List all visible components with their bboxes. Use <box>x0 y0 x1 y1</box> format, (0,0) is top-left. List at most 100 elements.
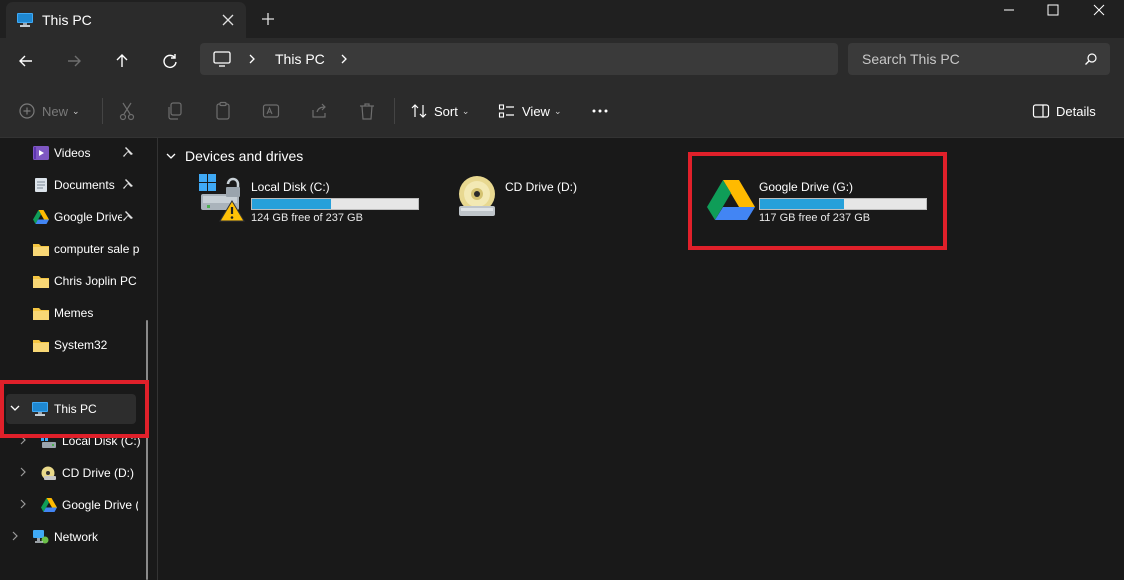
tab-title: This PC <box>42 12 92 28</box>
sort-label: Sort <box>434 103 458 119</box>
sidebar-item-cd-drive[interactable]: CD Drive (D:) <box>0 458 148 488</box>
address-bar[interactable]: This PC <box>200 43 838 75</box>
drive-usage-bar <box>251 198 419 210</box>
sidebar-item-memes[interactable]: Memes <box>0 298 148 328</box>
chevron-down-icon: ⌄ <box>461 105 470 116</box>
minimize-icon[interactable] <box>986 0 1032 22</box>
chevron-right-icon[interactable] <box>18 467 28 477</box>
drive-usage-fill <box>252 199 332 209</box>
back-arrow-icon[interactable] <box>12 47 40 75</box>
delete-icon[interactable] <box>358 100 376 122</box>
documents-folder-icon <box>35 178 47 192</box>
tab-this-pc[interactable]: This PC <box>6 2 246 38</box>
sidebar-scrollbar[interactable] <box>146 320 148 580</box>
cd-drive-icon <box>459 176 495 216</box>
navigation-pane: Videos Documents Google Drive computer s <box>0 138 158 580</box>
sidebar-item-label: Google Drive <box>54 210 122 224</box>
sidebar-item-label: Documents <box>54 178 115 192</box>
sidebar-item-label: Google Drive ( <box>62 498 138 512</box>
drive-name: Local Disk (C:) <box>251 180 330 194</box>
videos-folder-icon <box>33 146 49 160</box>
more-options-icon[interactable] <box>590 100 610 122</box>
folder-icon <box>33 244 49 256</box>
navigation-bar: This PC Search This PC <box>0 38 1124 84</box>
sidebar-item-computer-sale[interactable]: computer sale p <box>0 234 148 264</box>
forward-arrow-icon[interactable] <box>60 47 88 75</box>
pin-icon <box>123 179 133 189</box>
share-icon[interactable] <box>310 100 328 122</box>
local-disk-warning-icon <box>199 174 245 222</box>
highlight-box-google-drive <box>688 152 947 250</box>
sidebar-item-chris-joplin[interactable]: Chris Joplin PC i <box>0 266 148 296</box>
new-tab-icon[interactable] <box>256 7 280 31</box>
group-title: Devices and drives <box>185 148 304 164</box>
sidebar-item-label: Memes <box>54 306 94 320</box>
maximize-icon[interactable] <box>1030 0 1076 22</box>
search-placeholder: Search This PC <box>862 51 960 67</box>
chevron-down-icon[interactable] <box>165 150 177 162</box>
title-bar: This PC <box>0 0 1124 38</box>
sidebar-item-label: Videos <box>54 146 91 160</box>
cd-drive-icon <box>41 466 56 480</box>
details-button[interactable]: Details <box>1032 100 1096 122</box>
new-label: New <box>42 103 69 119</box>
sidebar-item-google-drive[interactable]: Google Drive <box>0 202 148 232</box>
chevron-right-icon[interactable] <box>18 499 28 509</box>
sort-button[interactable]: Sort ⌄ <box>410 100 469 122</box>
details-pane-icon <box>1032 104 1050 118</box>
sidebar-item-label: Chris Joplin PC i <box>54 274 140 288</box>
chevron-right-icon[interactable] <box>10 531 20 541</box>
sort-icon <box>411 104 427 118</box>
search-input[interactable]: Search This PC <box>848 43 1110 75</box>
search-icon[interactable] <box>1084 52 1098 66</box>
view-label: View <box>522 103 550 119</box>
drive-name: CD Drive (D:) <box>505 180 577 194</box>
sidebar-item-videos[interactable]: Videos <box>0 138 148 168</box>
pin-icon <box>123 147 133 157</box>
copy-icon[interactable] <box>166 100 184 122</box>
computer-icon <box>213 51 231 67</box>
rename-icon[interactable] <box>262 100 280 122</box>
sidebar-item-label: System32 <box>54 338 108 352</box>
chevron-down-icon: ⌄ <box>72 105 80 116</box>
content-pane: Devices and drives Local Disk (C:) 124 G… <box>159 138 1124 580</box>
google-drive-icon <box>41 498 57 512</box>
refresh-icon[interactable] <box>156 47 184 75</box>
sidebar-item-google-drive-g[interactable]: Google Drive ( <box>0 490 148 520</box>
pin-icon <box>123 211 133 221</box>
sidebar-item-label: CD Drive (D:) <box>62 466 134 480</box>
sidebar-item-label: Network <box>54 530 99 544</box>
plus-circle-icon <box>19 103 35 119</box>
command-bar: New ⌄ Sort ⌄ View ⌄ Details <box>0 84 1124 138</box>
view-icon <box>498 104 514 118</box>
drive-local-disk-c[interactable]: Local Disk (C:) 124 GB free of 237 GB <box>199 174 429 234</box>
sidebar-item-network[interactable]: Network <box>0 522 148 552</box>
details-label: Details <box>1056 103 1096 119</box>
chevron-right-icon[interactable] <box>246 52 258 66</box>
drive-cd-d[interactable]: CD Drive (D:) <box>455 174 655 234</box>
paste-icon[interactable] <box>214 100 232 122</box>
sidebar-item-system32[interactable]: System32 <box>0 330 148 360</box>
divider <box>394 98 395 124</box>
monitor-icon <box>17 13 33 27</box>
network-icon <box>33 530 49 544</box>
chevron-right-icon[interactable] <box>338 52 350 66</box>
highlight-box-this-pc <box>0 380 149 438</box>
breadcrumb-this-pc[interactable]: This PC <box>275 51 325 67</box>
cut-icon[interactable] <box>118 100 136 122</box>
sidebar-item-documents[interactable]: Documents <box>0 170 148 200</box>
google-drive-icon <box>33 210 49 224</box>
sidebar-item-label: computer sale p <box>54 242 140 256</box>
folder-icon <box>33 340 49 352</box>
folder-icon <box>33 276 49 288</box>
close-window-icon[interactable] <box>1076 0 1122 22</box>
new-button[interactable]: New ⌄ <box>18 100 80 122</box>
divider <box>102 98 103 124</box>
drive-free-space: 124 GB free of 237 GB <box>251 212 363 224</box>
chevron-down-icon: ⌄ <box>553 105 562 116</box>
folder-icon <box>33 308 49 320</box>
devices-and-drives-header[interactable]: Devices and drives <box>165 148 303 164</box>
up-arrow-icon[interactable] <box>108 47 136 75</box>
view-button[interactable]: View ⌄ <box>498 100 562 122</box>
close-tab-icon[interactable] <box>216 8 240 32</box>
